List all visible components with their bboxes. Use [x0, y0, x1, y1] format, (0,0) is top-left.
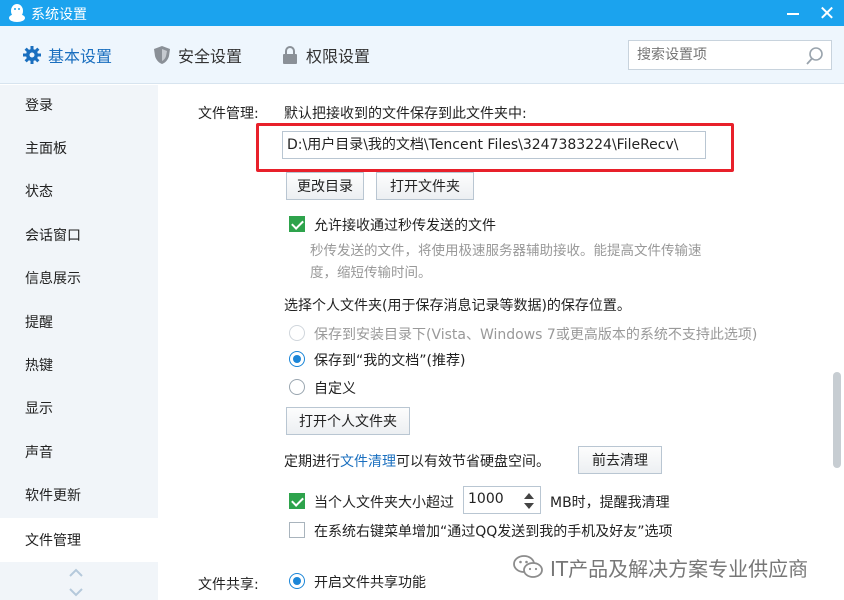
context-menu-checkbox[interactable] [289, 522, 305, 538]
cleanup-prefix: 定期进行 [284, 454, 340, 470]
file-cleanup-link[interactable]: 文件清理 [340, 454, 396, 470]
vertical-scrollbar-thumb[interactable] [833, 372, 841, 468]
tab-label: 基本设置 [48, 47, 113, 66]
radio-my-documents[interactable] [289, 351, 305, 367]
size-limit-value[interactable]: 1000 [468, 491, 504, 507]
shield-icon [154, 46, 170, 64]
sidebar: 登录 主面板 状态 会话窗口 信息展示 提醒 热键 显示 声音 软件更新 文件管… [0, 85, 158, 600]
instant-transfer-description-line2: 度，缩短传输时间。 [310, 265, 432, 281]
size-remind-checkbox[interactable] [289, 493, 305, 509]
open-personal-folder-button[interactable]: 打开个人文件夹 [286, 407, 410, 435]
search-input[interactable] [629, 41, 799, 69]
allow-instant-transfer-checkbox[interactable] [289, 216, 305, 232]
tab-basic-settings[interactable]: 基本设置 [22, 42, 112, 68]
tab-label: 权限设置 [306, 47, 371, 66]
sidebar-item-display[interactable]: 显示 [0, 388, 158, 428]
watermark-text: IT产品及解决方案专业供应商 [550, 556, 809, 581]
window-title: 系统设置 [31, 7, 87, 23]
sidebar-item-label: 文件管理 [25, 533, 81, 549]
size-limit-stepper[interactable]: 1000 [463, 486, 541, 514]
sidebar-item-label: 软件更新 [25, 488, 81, 504]
stepper-up-icon[interactable] [524, 493, 534, 499]
search-box [628, 40, 832, 70]
sidebar-item-label: 热键 [25, 358, 53, 374]
sidebar-item-main-panel[interactable]: 主面板 [0, 128, 158, 168]
sidebar-item-status[interactable]: 状态 [0, 171, 158, 211]
cleanup-tip: 定期进行文件清理可以有效节省硬盘空间。 [284, 451, 550, 471]
gear-icon [23, 46, 41, 64]
sidebar-item-file-management[interactable]: 文件管理 [0, 518, 158, 562]
section-label-file-sharing: 文件共享: [198, 577, 259, 593]
search-icon[interactable] [805, 46, 825, 66]
tab-label: 安全设置 [178, 47, 243, 66]
sidebar-item-login[interactable]: 登录 [0, 85, 158, 125]
radio-my-documents-label: 保存到“我的文档”(推荐) [314, 353, 466, 369]
change-directory-button[interactable]: 更改目录 [286, 172, 364, 200]
sidebar-item-label: 信息展示 [25, 271, 81, 287]
sidebar-item-hotkey[interactable]: 热键 [0, 345, 158, 385]
vertical-scrollbar-track[interactable] [832, 85, 844, 600]
tab-permission-settings[interactable]: 权限设置 [280, 42, 370, 68]
chevron-down-icon[interactable] [68, 587, 84, 597]
personal-folder-description: 选择个人文件夹(用于保存消息记录等数据)的保存位置。 [284, 298, 631, 314]
sidebar-item-software-update[interactable]: 软件更新 [0, 475, 158, 515]
sidebar-item-label: 显示 [25, 401, 53, 417]
go-cleanup-button[interactable]: 前去清理 [578, 446, 662, 474]
qq-penguin-icon [9, 4, 25, 22]
sidebar-item-sound[interactable]: 声音 [0, 432, 158, 472]
watermark: IT产品及解决方案专业供应商 [512, 552, 808, 582]
sidebar-item-reminder[interactable]: 提醒 [0, 302, 158, 342]
allow-instant-transfer-label: 允许接收通过秒传发送的文件 [314, 218, 496, 234]
title-bar: 系统设置 ✕ [0, 0, 844, 26]
section-label-file-management: 文件管理: [198, 106, 259, 122]
sidebar-item-label: 登录 [25, 98, 53, 114]
open-folder-button[interactable]: 打开文件夹 [376, 172, 474, 200]
sidebar-item-label: 会话窗口 [25, 228, 81, 244]
sidebar-item-label: 主面板 [25, 141, 67, 157]
wechat-icon [513, 555, 543, 578]
stepper-down-icon[interactable] [524, 503, 534, 509]
sidebar-item-info-display[interactable]: 信息展示 [0, 258, 158, 298]
size-remind-suffix: MB时，提醒我清理 [550, 495, 670, 511]
save-location-description: 默认把接收到的文件保存到此文件夹中: [284, 106, 527, 122]
settings-header: 基本设置 安全设置 权限设置 [0, 26, 844, 84]
path-highlight-annotation [256, 123, 734, 172]
size-remind-prefix: 当个人文件夹大小超过 [314, 495, 454, 511]
lock-icon [283, 46, 297, 64]
radio-custom[interactable] [289, 379, 305, 395]
sidebar-item-label: 提醒 [25, 315, 53, 331]
radio-install-directory[interactable] [289, 325, 305, 341]
minimize-button[interactable] [776, 3, 810, 23]
context-menu-label: 在系统右键菜单增加“通过QQ发送到我的手机及好友”选项 [314, 524, 673, 540]
settings-content: 文件管理: 默认把接收到的文件保存到此文件夹中: D:\用户目录\我的文档\Te… [158, 85, 844, 600]
instant-transfer-description-line1: 秒传发送的文件，将使用极速服务器辅助接收。能提高文件传输速 [310, 243, 702, 259]
sidebar-item-label: 声音 [25, 445, 53, 461]
tab-security-settings[interactable]: 安全设置 [152, 42, 242, 68]
radio-enable-file-sharing[interactable] [289, 573, 305, 589]
radio-install-directory-label: 保存到安装目录下(Vista、Windows 7或更高版本的系统不支持此选项) [314, 327, 758, 343]
sidebar-item-label: 状态 [25, 184, 53, 200]
close-button[interactable]: ✕ [812, 1, 842, 25]
cleanup-suffix: 可以有效节省硬盘空间。 [396, 454, 550, 470]
enable-file-sharing-label: 开启文件共享功能 [314, 575, 426, 591]
sidebar-item-chat-window[interactable]: 会话窗口 [0, 215, 158, 255]
radio-custom-label: 自定义 [314, 381, 356, 397]
chevron-up-icon[interactable] [68, 568, 84, 578]
